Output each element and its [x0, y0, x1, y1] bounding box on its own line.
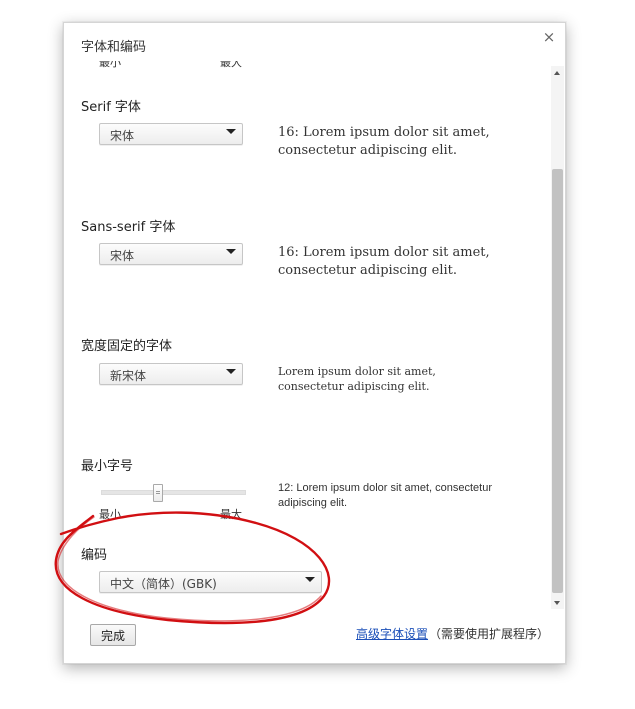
sans-serif-sample-text: 16: Lorem ipsum dolor sit amet, consecte…	[278, 244, 490, 280]
fixed-width-sample-line-1: Lorem ipsum dolor sit amet,	[278, 365, 436, 378]
minimum-font-size-sample-line-1: 12: Lorem ipsum dolor sit amet, consecte…	[278, 482, 492, 494]
chevron-down-icon	[226, 249, 236, 254]
sans-serif-font-select[interactable]: 宋体	[99, 243, 243, 265]
sans-serif-font-heading: Sans-serif 字体	[81, 220, 176, 235]
serif-font-heading: Serif 字体	[81, 100, 141, 115]
minimum-font-size-max-label: 最大	[220, 508, 242, 521]
page: 字体和编码 × 最小 最大 Serif 字体 宋体 16: Lorem ipsu…	[0, 0, 635, 709]
extension-required-note: （需要使用扩展程序）	[429, 627, 550, 641]
settings-scroll-area[interactable]: 最小 最大 Serif 字体 宋体 16: Lorem ipsum dolor …	[64, 61, 550, 611]
serif-font-select-value: 宋体	[110, 129, 135, 143]
chevron-down-icon	[226, 369, 236, 374]
sans-serif-sample-line-1: 16: Lorem ipsum dolor sit amet,	[278, 245, 490, 260]
vertical-scrollbar[interactable]	[551, 66, 564, 609]
encoding-select-value: 中文（简体）(GBK)	[110, 577, 217, 591]
minimum-font-size-slider-track[interactable]	[101, 490, 246, 495]
minimum-font-size-heading: 最小字号	[81, 459, 134, 474]
dialog-title: 字体和编码	[81, 40, 147, 55]
serif-font-select[interactable]: 宋体	[99, 123, 243, 145]
encoding-heading: 编码	[81, 548, 108, 563]
minimum-font-size-sample-line-2: adipiscing elit.	[278, 497, 348, 509]
serif-sample-line-2: consectetur adipiscing elit.	[278, 143, 457, 158]
serif-sample-text: 16: Lorem ipsum dolor sit amet, consecte…	[278, 124, 490, 160]
done-button[interactable]: 完成	[90, 624, 136, 646]
minimum-font-size-sample-text: 12: Lorem ipsum dolor sit amet, consecte…	[278, 481, 492, 511]
fixed-width-font-select-value: 新宋体	[110, 369, 147, 383]
fixed-width-sample-line-2: consectetur adipiscing elit.	[278, 380, 430, 393]
fixed-width-font-heading: 宽度固定的字体	[81, 339, 173, 354]
fixed-width-font-select[interactable]: 新宋体	[99, 363, 243, 385]
font-encoding-dialog: 字体和编码 × 最小 最大 Serif 字体 宋体 16: Lorem ipsu…	[63, 22, 566, 664]
close-icon[interactable]: ×	[542, 30, 556, 45]
sans-serif-sample-line-2: consectetur adipiscing elit.	[278, 263, 457, 278]
sans-serif-font-select-value: 宋体	[110, 249, 135, 263]
scrollbar-thumb[interactable]	[552, 169, 563, 593]
chevron-down-icon	[305, 577, 315, 582]
minimum-font-size-slider-thumb[interactable]	[153, 484, 163, 502]
fixed-width-sample-text: Lorem ipsum dolor sit amet, consectetur …	[278, 364, 436, 394]
minimum-font-size-min-label: 最小	[99, 508, 121, 521]
advanced-font-settings-link[interactable]: 高级字体设置	[356, 625, 428, 642]
serif-sample-line-1: 16: Lorem ipsum dolor sit amet,	[278, 125, 490, 140]
scroll-up-arrow-icon[interactable]	[554, 71, 560, 75]
scroll-down-arrow-icon[interactable]	[554, 601, 560, 605]
chevron-down-icon	[226, 129, 236, 134]
top-slider-max-label: 最大	[220, 61, 242, 69]
encoding-select[interactable]: 中文（简体）(GBK)	[99, 571, 322, 593]
top-slider-min-label: 最小	[99, 61, 121, 69]
